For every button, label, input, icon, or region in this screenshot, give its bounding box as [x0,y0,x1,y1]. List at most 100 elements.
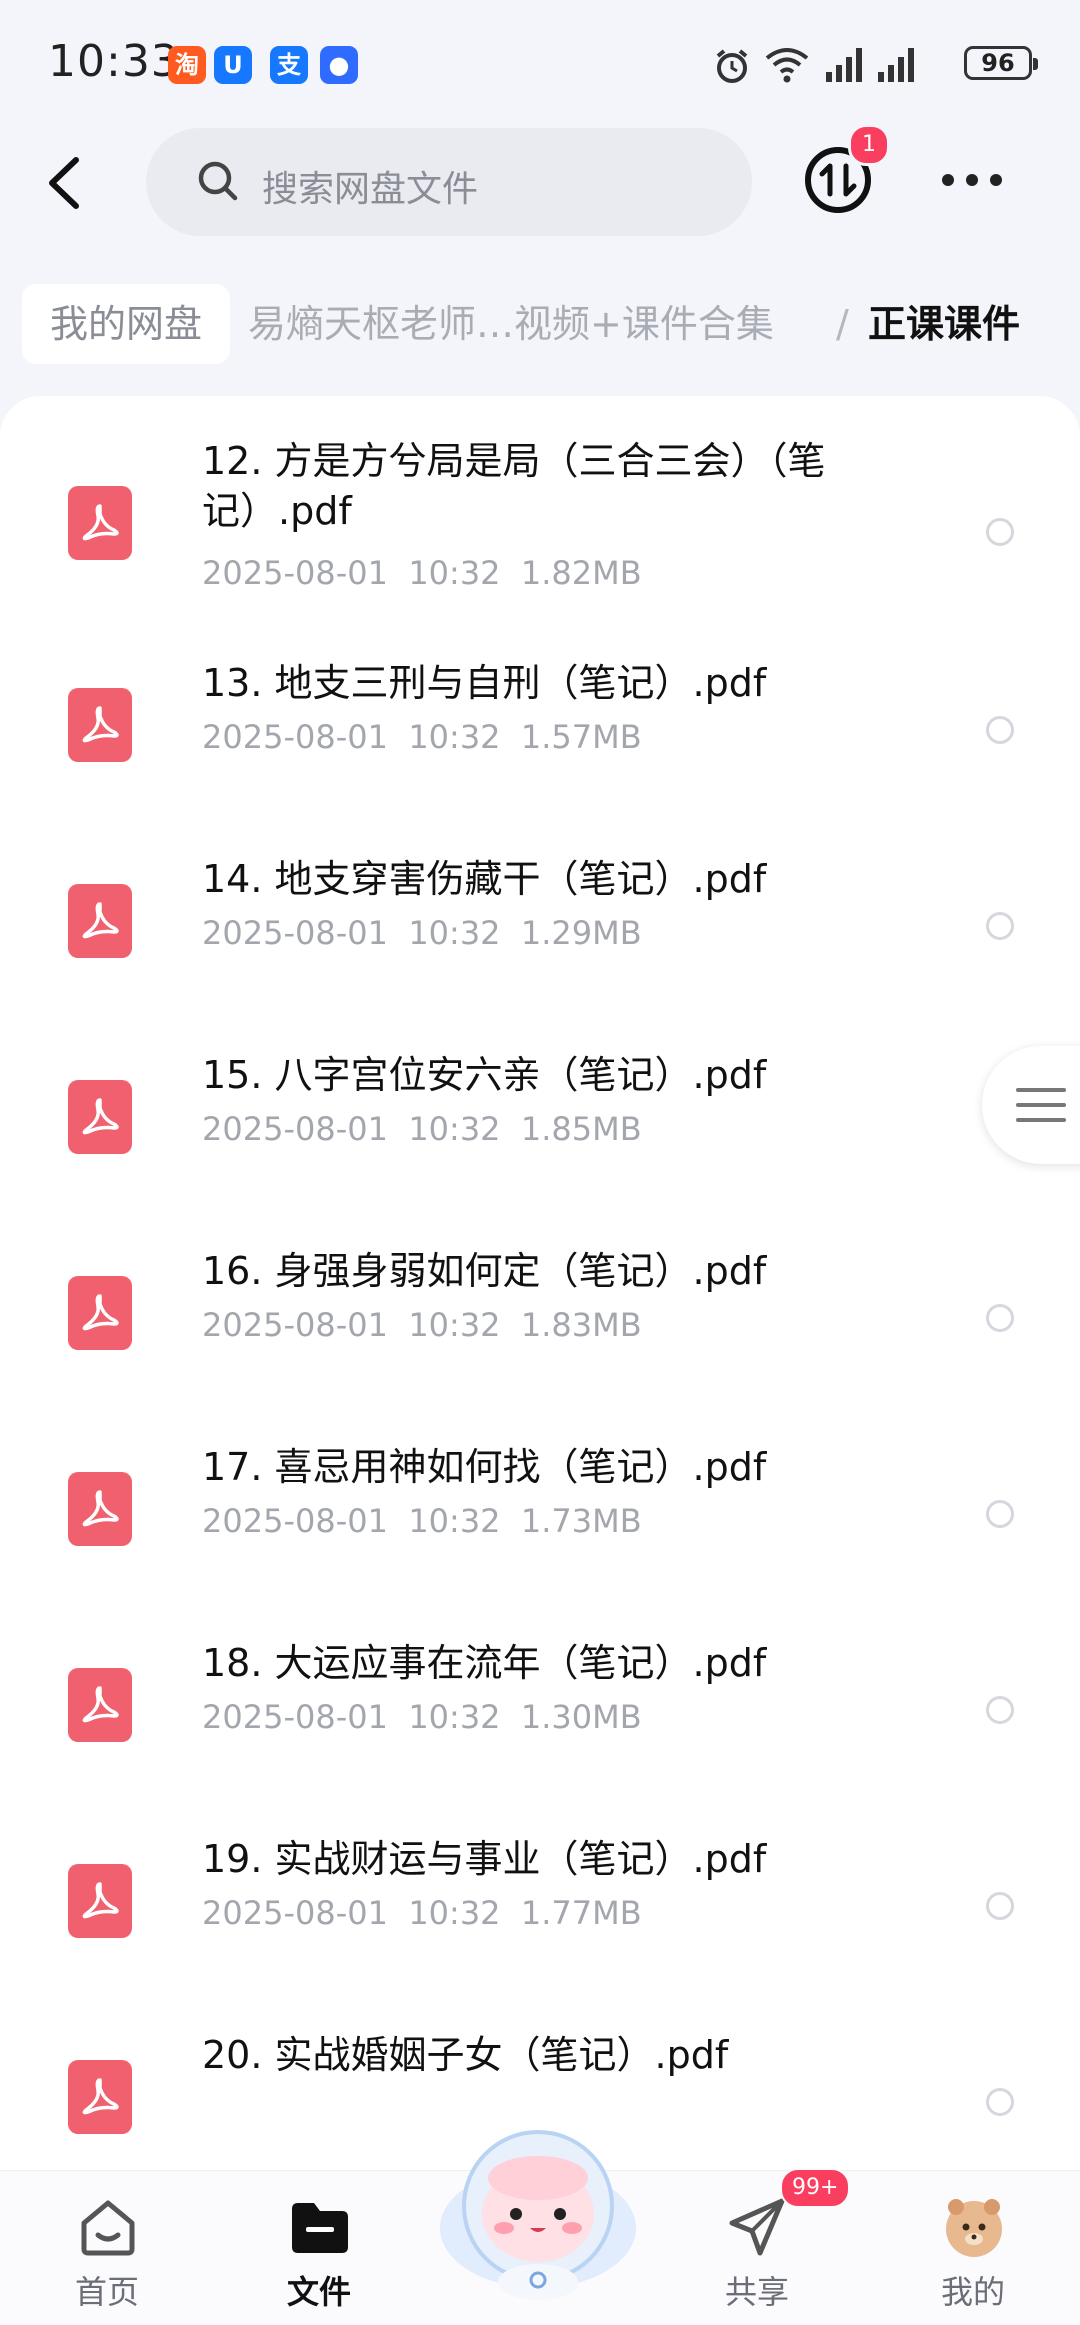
file-name: 18. 大运应事在流年（笔记）.pdf [202,1641,767,1685]
file-row[interactable]: 16. 身强身弱如何定（笔记）.pdf 2025-08-01 10:32 1.83… [0,1220,1080,1416]
app-icon: ● [320,46,358,84]
file-size: 1.83MB [520,1306,642,1344]
status-bar: 10:33 淘 U 支 ● 96 [0,0,1080,120]
chevron-left-icon [49,157,79,209]
file-time: 10:32 [408,718,501,756]
select-radio[interactable] [986,2088,1014,2116]
file-time: 10:32 [408,1894,501,1932]
menu-line [1016,1118,1066,1122]
alipay-icon: 支 [270,46,308,84]
avatar-icon [946,2199,1002,2257]
more-dot [990,174,1002,186]
file-time: 10:32 [408,1110,501,1148]
file-meta: 2025-08-01 10:32 1.73MB [202,1502,642,1540]
select-radio[interactable] [986,912,1014,940]
folder-icon [292,2203,348,2253]
pdf-logo-icon [82,1686,119,1723]
signal-icon [826,48,862,82]
file-name: 16. 身强身弱如何定（笔记）.pdf [202,1249,767,1293]
breadcrumb: 我的网盘 易熵天枢老师…视频+课件合集 / 正课课件 [0,284,1080,370]
breadcrumb-root[interactable]: 我的网盘 [22,284,231,364]
menu-line [1016,1088,1066,1092]
file-time: 10:32 [408,1306,501,1344]
file-meta: 2025-08-01 10:32 1.57MB [202,718,642,756]
file-row[interactable]: 15. 八字宫位安六亲（笔记）.pdf 2025-08-01 10:32 1.85… [0,1024,1080,1220]
file-size: 1.30MB [520,1698,642,1736]
pdf-file-icon [68,688,132,762]
select-radio[interactable] [986,1304,1014,1332]
file-name: 20. 实战婚姻子女（笔记）.pdf [202,2033,729,2077]
file-time: 10:32 [408,914,501,952]
breadcrumb-separator: / [836,302,849,346]
search-placeholder: 搜索网盘文件 [262,169,479,210]
pdf-logo-icon [82,902,119,939]
file-name: 12. 方是方兮局是局（三合三会）（笔记）.pdf [202,439,826,533]
file-row[interactable]: 18. 大运应事在流年（笔记）.pdf 2025-08-01 10:32 1.30… [0,1612,1080,1808]
file-name: 13. 地支三刑与自刑（笔记）.pdf [202,661,767,705]
file-size: 1.29MB [520,914,642,952]
nav-me[interactable]: 我的 [898,2171,1048,2325]
select-radio[interactable] [986,1500,1014,1528]
file-row[interactable]: 17. 喜忌用神如何找（笔记）.pdf 2025-08-01 10:32 1.73… [0,1416,1080,1612]
nav-home[interactable]: 首页 [32,2171,182,2325]
taobao-icon: 淘 [168,46,206,84]
pdf-file-icon [68,1864,132,1938]
file-name: 17. 喜忌用神如何找（笔记）.pdf [202,1445,767,1489]
file-date: 2025-08-01 [202,1110,388,1148]
search-icon [198,161,238,201]
more-button[interactable] [940,160,1004,200]
file-row[interactable]: 2025-08-01 10:32 1.29MB [0,396,1080,422]
status-indicators: 96 [712,40,1038,90]
pdf-file-icon [68,486,132,560]
pdf-logo-icon [82,706,119,743]
nav-files[interactable]: 文件 [244,2171,394,2325]
file-time: 10:32 [408,1698,501,1736]
file-size: 1.77MB [520,1894,642,1932]
menu-line [1016,1103,1066,1107]
file-size: 1.85MB [520,1110,642,1148]
status-time: 10:33 [48,36,180,87]
file-date: 2025-08-01 [202,1502,388,1540]
file-row[interactable]: 14. 地支穿害伤藏干（笔记）.pdf 2025-08-01 10:32 1.29… [0,828,1080,1024]
more-dot [942,174,954,186]
file-date: 2025-08-01 [202,718,388,756]
select-radio[interactable] [986,1892,1014,1920]
file-name: 14. 地支穿害伤藏干（笔记）.pdf [202,857,767,901]
breadcrumb-parent[interactable]: 易熵天枢老师…视频+课件合集 [248,284,774,364]
battery-indicator: 96 [964,46,1038,80]
file-size: 1.82MB [520,554,642,592]
file-list: 2025-08-01 10:32 1.29MB 12. 方是方兮局是局（三合三会）… [0,396,1080,2186]
qq-icon: U [214,46,252,84]
more-dot [966,174,978,186]
share-badge: 99+ [780,2168,851,2208]
nav-me-label: 我的 [940,2273,1005,2311]
file-size: 1.57MB [520,718,642,756]
file-time: 10:32 [408,554,501,592]
select-radio[interactable] [986,518,1014,546]
file-date: 2025-08-01 [202,554,388,592]
pdf-logo-icon [82,1294,119,1331]
file-name: 15. 八字宫位安六亲（笔记）.pdf [202,1053,767,1097]
pdf-logo-icon [82,1882,119,1919]
file-row[interactable]: 19. 实战财运与事业（笔记）.pdf 2025-08-01 10:32 1.77… [0,1808,1080,2004]
nav-home-label: 首页 [74,2273,139,2311]
pdf-file-icon [68,1276,132,1350]
alarm-icon [716,49,748,83]
breadcrumb-current: 正课课件 [868,302,1021,346]
file-meta: 2025-08-01 10:32 1.29MB [202,914,642,952]
file-meta: 2025-08-01 10:32 1.77MB [202,1894,642,1932]
back-button[interactable] [38,148,88,218]
search-input[interactable]: 搜索网盘文件 [146,128,752,236]
file-date: 2025-08-01 [202,1894,388,1932]
select-radio[interactable] [986,716,1014,744]
select-radio[interactable] [986,1696,1014,1724]
mascot-button[interactable] [432,2110,644,2310]
file-row[interactable]: 13. 地支三刑与自刑（笔记）.pdf 2025-08-01 10:32 1.57… [0,632,1080,828]
pdf-logo-icon [82,1490,119,1527]
paper-plane-icon [729,2198,785,2256]
pdf-file-icon [68,1080,132,1154]
file-name: 19. 实战财运与事业（笔记）.pdf [202,1837,767,1881]
file-row[interactable]: 12. 方是方兮局是局（三合三会）（笔记）.pdf 2025-08-01 10:3… [0,436,1080,632]
transfer-badge: 1 [848,124,890,166]
pdf-logo-icon [82,1098,119,1135]
